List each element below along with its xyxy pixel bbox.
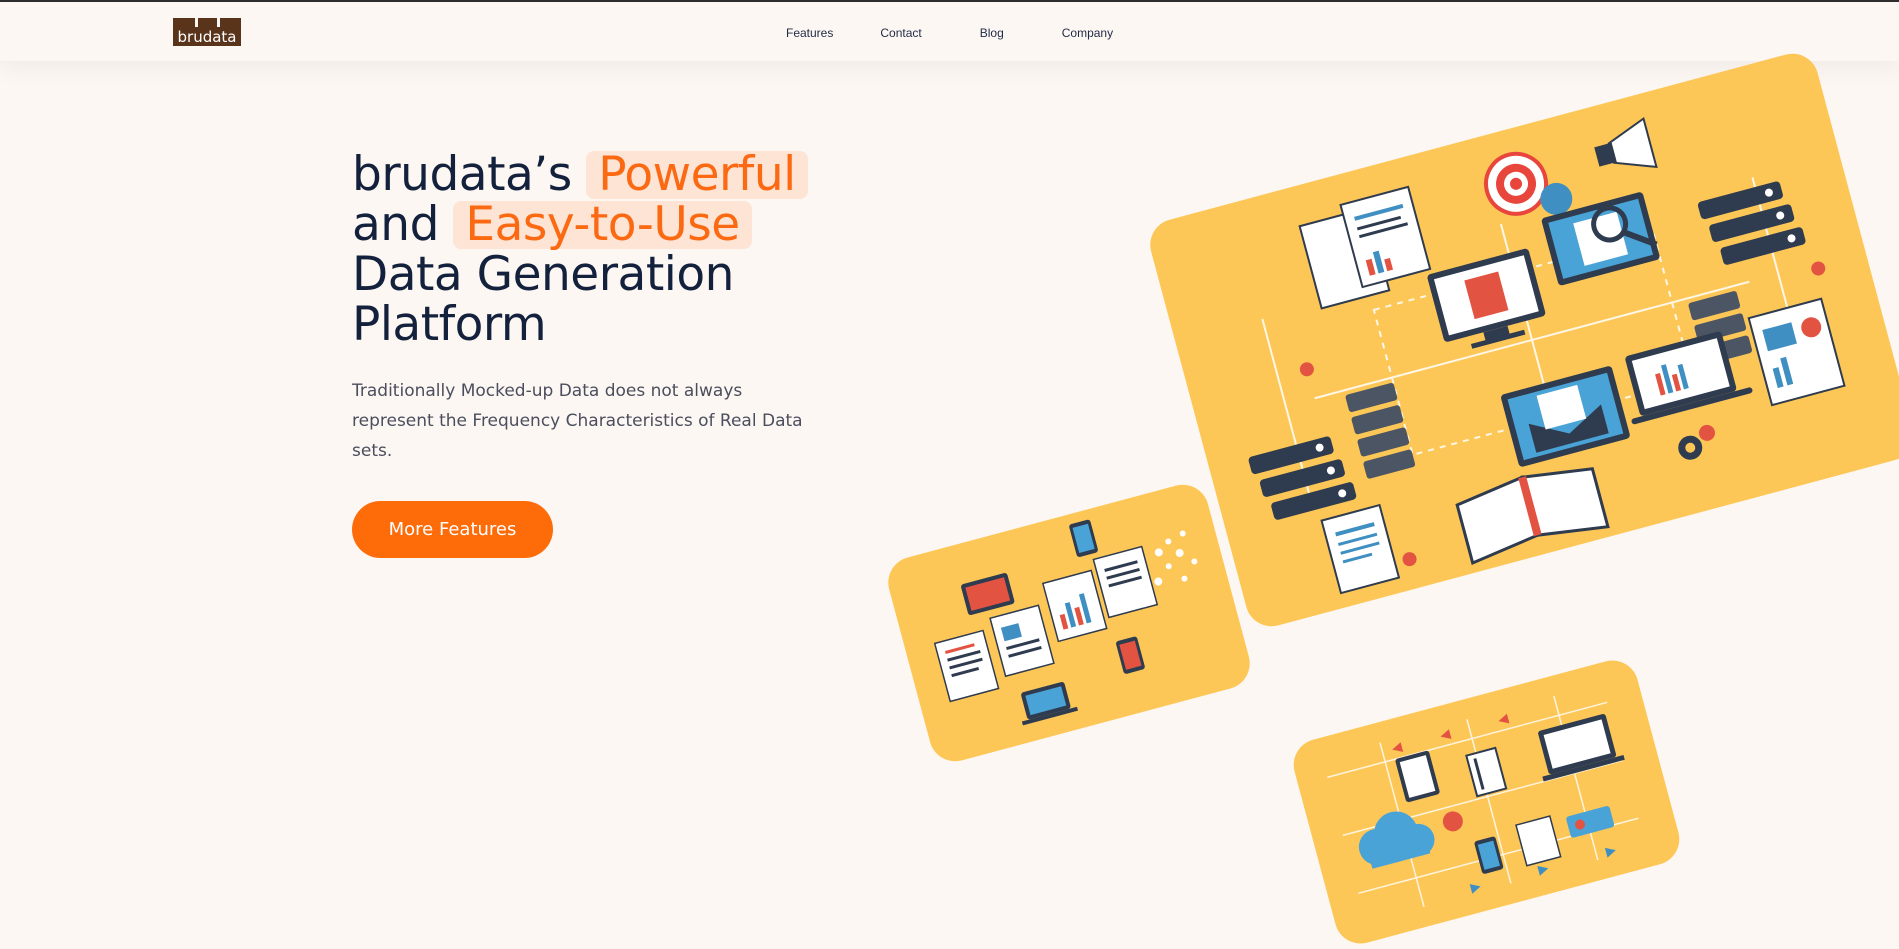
hero-illustration-documents — [882, 478, 1256, 768]
server-icon — [1697, 181, 1806, 265]
notification-dot — [1442, 811, 1463, 832]
document-icon — [1515, 815, 1562, 867]
book-icon — [1455, 467, 1610, 566]
report-icon — [1747, 297, 1846, 407]
logo-notch — [195, 18, 198, 27]
particles-decoration — [1154, 530, 1198, 586]
more-features-button[interactable]: More Features — [352, 501, 553, 558]
tablet-icon — [1395, 750, 1440, 803]
network-illustration — [1248, 116, 1846, 595]
brand-logo[interactable]: brudata — [173, 18, 241, 46]
hero-title-prefix: brudata’s — [352, 147, 572, 202]
phone-icon — [1116, 636, 1145, 674]
document-icon — [989, 604, 1055, 678]
hero-title-and: and — [352, 197, 439, 252]
document-icon — [1092, 545, 1159, 619]
hero-title-line-3: Data Generation — [352, 247, 734, 302]
document-icon — [933, 629, 1000, 703]
gear-icon — [1678, 424, 1715, 460]
hero-subtitle: Traditionally Mocked-up Data does not al… — [352, 381, 803, 461]
logo-notch — [217, 18, 220, 27]
document-icon — [1298, 185, 1432, 310]
document-icon — [1041, 569, 1108, 643]
nav-link-features[interactable]: Features — [786, 26, 833, 40]
main-nav: Features Contact Blog Company — [786, 26, 1113, 40]
nav-link-blog[interactable]: Blog — [980, 26, 1004, 40]
hero-title-line-4: Platform — [352, 297, 547, 352]
server-icon — [1248, 436, 1357, 520]
monitor-icon — [961, 573, 1015, 616]
highlight-powerful: Powerful — [586, 151, 808, 199]
nav-link-company[interactable]: Company — [1062, 26, 1113, 40]
hero-illustration-main — [1144, 47, 1899, 633]
database-icon — [1345, 383, 1416, 479]
laptop-icon — [1021, 681, 1078, 726]
logo-text: brudata — [177, 28, 237, 46]
hero-illustration-workflow — [1287, 654, 1686, 949]
notebook-icon — [1465, 746, 1508, 798]
phone-icon — [1069, 519, 1098, 557]
nav-link-contact[interactable]: Contact — [880, 26, 921, 40]
workflow-illustration — [1327, 695, 1639, 907]
laptop-icon — [1538, 713, 1625, 782]
megaphone-icon — [1594, 116, 1658, 169]
documents-illustration — [933, 519, 1198, 726]
navbar: brudata Features Contact Blog Company — [0, 2, 1899, 61]
hero-title: brudata’s Powerful and Easy-to-Use Data … — [352, 150, 808, 350]
email-monitor-icon — [1501, 366, 1630, 467]
highlight-easy-to-use: Easy-to-Use — [453, 201, 752, 249]
document-icon — [1320, 503, 1401, 595]
